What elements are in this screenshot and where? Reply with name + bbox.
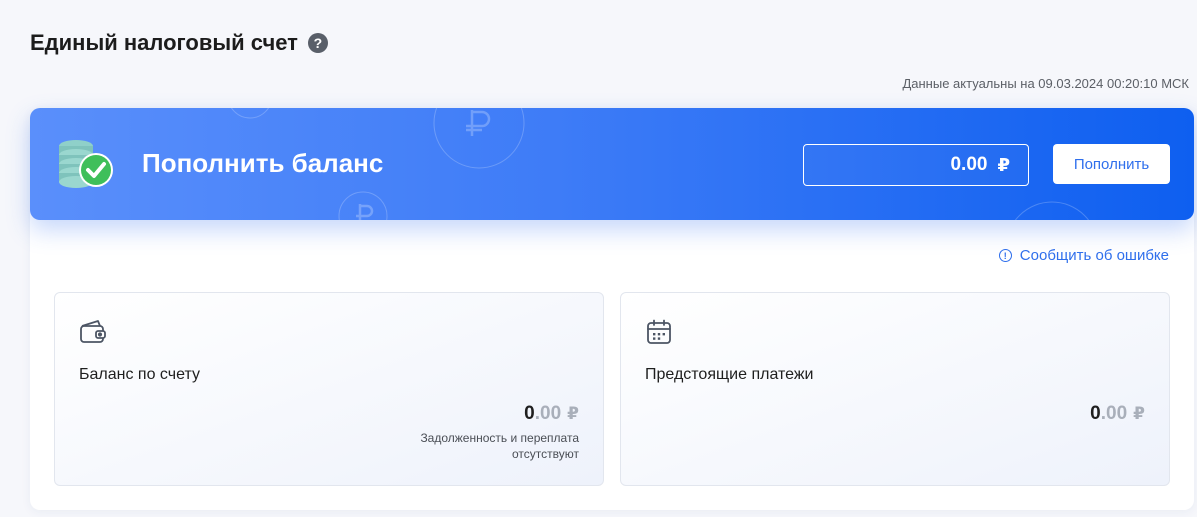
wallet-icon (80, 320, 106, 343)
banner-title: Пополнить баланс (142, 148, 384, 178)
balance-tile[interactable]: Баланс по счету 0.00 ₽ Задолженность и п… (54, 292, 604, 486)
balance-amount-dec: .00 (534, 403, 562, 424)
exclamation-circle-icon: ! (998, 249, 1012, 262)
topup-amount-input[interactable]: 0.00 ₽ (803, 144, 1029, 186)
upcoming-payments-amount: 0.00 ₽ (1090, 403, 1145, 425)
actual-label: Данные актуальны на 09.03.2024 00:20:10 … (902, 76, 1189, 91)
balance-amount-int: 0 (524, 403, 535, 424)
report-error-link[interactable]: ! Сообщить об ошибке (998, 247, 1169, 264)
upcoming-amount-dec: .00 (1100, 403, 1128, 424)
data-actual-timestamp: Данные актуальны на 09.03.2024 00:20:10 … (902, 76, 1193, 91)
question-circle-icon[interactable]: ? (307, 33, 328, 53)
upcoming-payments-tile[interactable]: Предстоящие платежи 0.00 ₽ (620, 292, 1170, 486)
coins-check-icon (59, 140, 113, 188)
ruble-icon: ₽ (567, 404, 579, 423)
amount-value: 0.00 (950, 154, 988, 175)
topup-banner: Пополнить баланс 0.00 ₽ Пополнить (30, 108, 1194, 220)
page-title: Единый налоговый счет (30, 30, 298, 55)
report-error-label: Сообщить об ошибке (1019, 247, 1169, 264)
ruble-icon: ₽ (997, 154, 1010, 175)
upcoming-payments-label: Предстоящие платежи (645, 366, 814, 383)
calendar-icon (647, 319, 671, 344)
upcoming-amount-int: 0 (1090, 403, 1101, 424)
balance-note: Задолженность и переплата отсутствуют (420, 431, 579, 461)
page: Единый налоговый счет ? Данные актуальны… (0, 0, 1197, 517)
title-row: Единый налоговый счет ? (30, 30, 328, 56)
ruble-icon: ₽ (1133, 404, 1145, 423)
topup-button[interactable]: Пополнить (1053, 144, 1170, 184)
balance-amount: 0.00 ₽ (524, 403, 579, 425)
balance-label: Баланс по счету (79, 366, 200, 383)
